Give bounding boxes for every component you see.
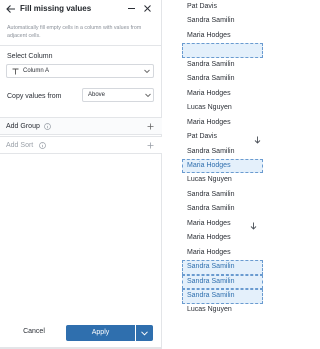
copy-direction-value: Above [88, 92, 106, 98]
add-sort-row[interactable]: Add Sort [0, 136, 162, 154]
filled-cell: Sandra Samilin [182, 289, 263, 304]
column-select-value: Column A [23, 68, 50, 74]
info-icon [39, 142, 46, 149]
apply-options-button[interactable] [136, 325, 153, 341]
empty-cell [182, 43, 263, 58]
grid-cell: Lucas Nguyen [187, 104, 232, 112]
chevron-down-icon [141, 331, 148, 336]
chevron-down-icon [144, 69, 150, 74]
filled-cell: Sandra Samilin [182, 274, 263, 290]
panel-header: Fill missing values [0, 0, 162, 20]
copy-direction-select[interactable]: Above [82, 88, 154, 102]
grid-cell: Maria Hodges [187, 118, 231, 126]
grid-cell: Sandra Samilin [187, 190, 235, 198]
close-icon[interactable] [143, 4, 152, 13]
panel-title: Fill missing values [20, 4, 92, 13]
fill-missing-values-panel: Fill missing values Automatically fill e… [0, 0, 162, 349]
arrow-down-icon [250, 222, 257, 230]
plus-icon[interactable] [147, 123, 154, 130]
add-sort-label: Add Sort [6, 142, 34, 149]
cancel-button[interactable]: Cancel [14, 325, 54, 339]
arrow-down-icon [254, 136, 261, 144]
apply-button[interactable]: Apply [66, 325, 135, 341]
grid-cell: Lucas Nguyen [187, 306, 232, 314]
select-column-label: Select Column [7, 53, 53, 60]
grid-cell: Maria Hodges [187, 248, 231, 256]
info-icon [44, 123, 51, 130]
grid-cell: Maria Hodges [187, 234, 231, 242]
grid-cell: Sandra Samilin [187, 205, 235, 213]
filled-cell: Sandra Samilin [182, 260, 263, 275]
chevron-down-icon [145, 93, 151, 98]
plus-icon[interactable] [147, 142, 154, 149]
data-column-preview: Pat Davis Sandra Samilin Maria Hodges Sandr… [182, 0, 263, 349]
grid-cell: Sandra Samilin [187, 17, 235, 25]
copy-values-label: Copy values from [7, 93, 62, 100]
add-group-label: Add Group [6, 123, 40, 130]
add-group-row[interactable]: Add Group [0, 117, 162, 135]
grid-cell: Maria Hodges [187, 31, 231, 39]
arrow-left-icon[interactable] [6, 4, 16, 14]
column-select[interactable]: Column A [6, 64, 154, 78]
grid-cell: Lucas Nguyen [187, 176, 232, 184]
panel-description: Automatically fill empty cells in a colu… [7, 25, 142, 39]
grid-cell: Sandra Samilin [187, 60, 235, 68]
grid-cell: Sandra Samilin [187, 75, 235, 83]
divider [0, 45, 162, 46]
grid-cell: Maria Hodges [187, 89, 231, 97]
grid-cell: Pat Davis [187, 133, 217, 141]
grid-cell: Sandra Samilin [187, 147, 235, 155]
text-column-icon [12, 68, 19, 75]
filled-cell: Maria Hodges [182, 158, 263, 174]
minimize-icon[interactable] [127, 4, 136, 13]
grid-cell: Pat Davis [187, 3, 217, 10]
